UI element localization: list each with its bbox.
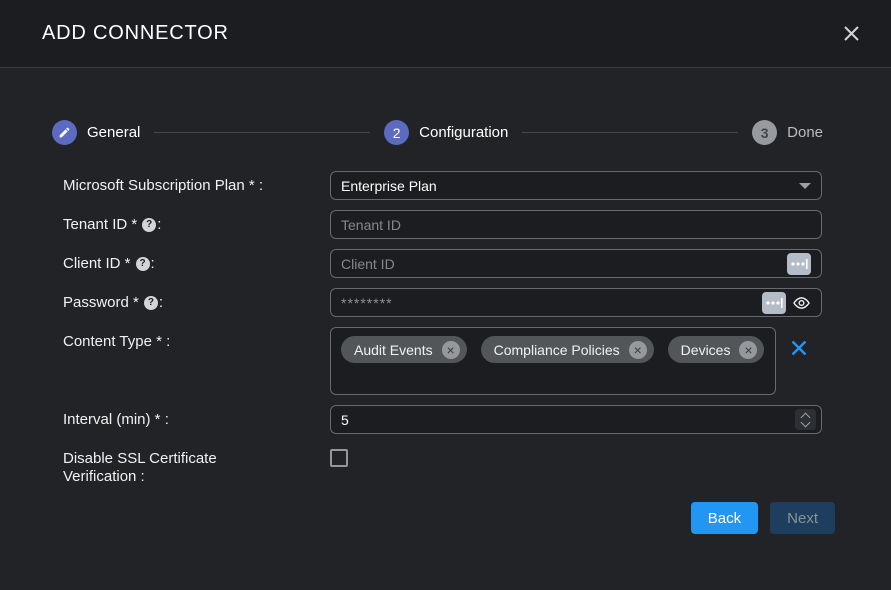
interval-label: Interval (min) * : xyxy=(63,405,330,434)
step-configuration[interactable]: 2 Configuration xyxy=(384,120,508,145)
client-id-label-text: Client ID * xyxy=(63,255,131,273)
client-id-label: Client ID * ? : xyxy=(63,249,330,278)
client-id-field-wrap xyxy=(330,249,822,278)
help-icon[interactable]: ? xyxy=(144,296,158,310)
connector-form: Microsoft Subscription Plan * : Enterpri… xyxy=(63,171,822,486)
ssl-row: Disable SSL Certificate Verification : xyxy=(63,444,822,486)
tenant-id-input[interactable] xyxy=(341,217,811,233)
ssl-label-text: Disable SSL Certificate Verification : xyxy=(63,450,217,486)
tenant-id-field-wrap xyxy=(330,210,822,239)
step-2-indicator: 2 xyxy=(384,120,409,145)
client-id-input[interactable] xyxy=(341,256,787,272)
tenant-id-label: Tenant ID * ? : xyxy=(63,210,330,239)
step-3-indicator: 3 xyxy=(752,120,777,145)
stepper-connector xyxy=(154,132,370,133)
number-stepper[interactable] xyxy=(795,409,816,430)
step-done[interactable]: 3 Done xyxy=(752,120,823,145)
chip-compliance-policies: Compliance Policies × xyxy=(481,336,654,363)
tenant-id-row: Tenant ID * ? : xyxy=(63,210,822,239)
dialog-header: ADD CONNECTOR xyxy=(0,0,891,68)
client-id-row: Client ID * ? : xyxy=(63,249,822,278)
subscription-plan-label: Microsoft Subscription Plan * : xyxy=(63,171,330,200)
password-row: Password * ? : xyxy=(63,288,822,317)
tenant-id-colon: : xyxy=(157,216,161,234)
content-type-label: Content Type * : xyxy=(63,327,330,395)
close-icon[interactable] xyxy=(839,22,863,46)
remove-chip-icon[interactable]: × xyxy=(739,341,757,359)
client-id-colon: : xyxy=(151,255,155,273)
content-type-multiselect[interactable]: Audit Events × Compliance Policies × Dev… xyxy=(330,327,776,395)
step-general-label: General xyxy=(87,124,140,141)
add-connector-dialog: ADD CONNECTOR General 2 Configuration 3 xyxy=(0,0,891,590)
back-button[interactable]: Back xyxy=(691,502,758,534)
dialog-footer: Back Next xyxy=(0,502,835,534)
clear-all-icon[interactable] xyxy=(776,327,822,357)
chip-audit-events: Audit Events × xyxy=(341,336,467,363)
content-type-row: Content Type * : Audit Events × Complian… xyxy=(63,327,822,395)
ssl-label-line2: Verification : xyxy=(63,468,145,485)
chevron-down-icon xyxy=(799,183,811,189)
chip-label: Audit Events xyxy=(354,342,433,358)
interval-field-wrap xyxy=(330,405,822,434)
stepper-connector xyxy=(522,132,738,133)
pencil-icon xyxy=(52,120,77,145)
ssl-label-line1: Disable SSL Certificate xyxy=(63,450,217,467)
help-icon[interactable]: ? xyxy=(142,218,156,232)
subscription-plan-value: Enterprise Plan xyxy=(341,178,437,194)
interval-row: Interval (min) * : xyxy=(63,405,822,434)
chip-label: Compliance Policies xyxy=(494,342,620,358)
ssl-checkbox[interactable] xyxy=(330,449,348,467)
chip-label: Devices xyxy=(681,342,731,358)
subscription-plan-row: Microsoft Subscription Plan * : Enterpri… xyxy=(63,171,822,200)
dialog-title: ADD CONNECTOR xyxy=(42,22,229,45)
chip-devices: Devices × xyxy=(668,336,765,363)
remove-chip-icon[interactable]: × xyxy=(629,341,647,359)
password-field-wrap xyxy=(330,288,822,317)
step-general[interactable]: General xyxy=(52,120,140,145)
remove-chip-icon[interactable]: × xyxy=(442,341,460,359)
interval-input[interactable] xyxy=(341,412,811,428)
password-label-text: Password * xyxy=(63,294,139,312)
next-button[interactable]: Next xyxy=(770,502,835,534)
password-label: Password * ? : xyxy=(63,288,330,317)
step-configuration-label: Configuration xyxy=(419,124,508,141)
ssl-label: Disable SSL Certificate Verification : xyxy=(63,444,330,486)
wizard-stepper: General 2 Configuration 3 Done xyxy=(52,120,823,145)
lookup-ellipsis-icon[interactable] xyxy=(787,253,811,275)
tenant-id-label-text: Tenant ID * xyxy=(63,216,137,234)
password-colon: : xyxy=(159,294,163,312)
password-input[interactable] xyxy=(341,295,762,311)
step-done-label: Done xyxy=(787,124,823,141)
show-password-eye-icon[interactable] xyxy=(792,296,811,310)
help-icon[interactable]: ? xyxy=(136,257,150,271)
subscription-plan-select[interactable]: Enterprise Plan xyxy=(330,171,822,200)
lookup-ellipsis-icon[interactable] xyxy=(762,292,786,314)
